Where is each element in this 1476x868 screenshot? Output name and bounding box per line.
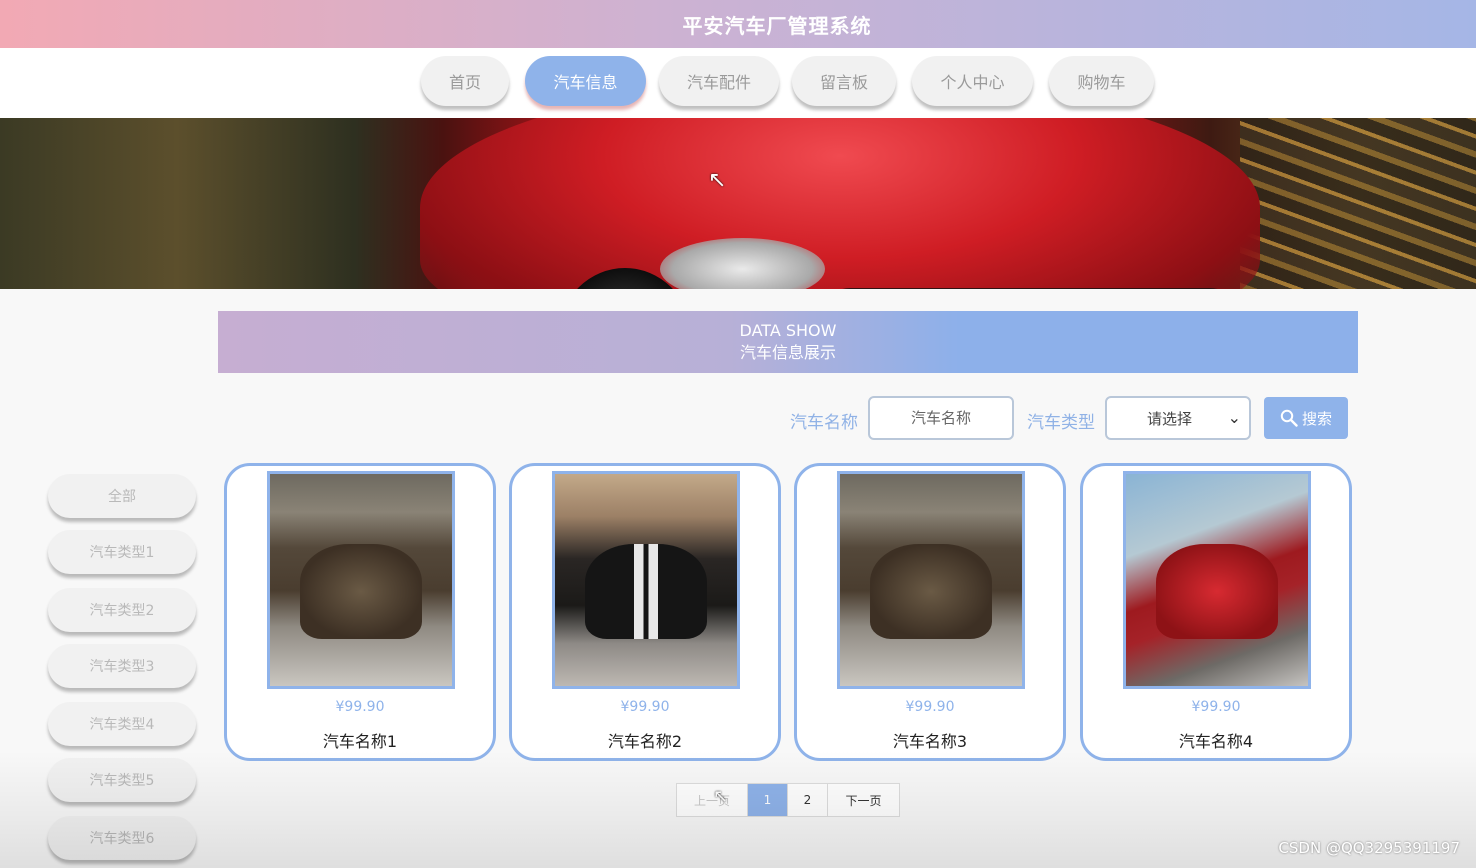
sidebar-item-type6[interactable]: 汽车类型6 (48, 816, 196, 860)
product-card[interactable]: ¥99.90 汽车名称1 (224, 463, 496, 761)
product-card[interactable]: ¥99.90 汽车名称4 (1080, 463, 1352, 761)
pagination: 上一页 1 2 下一页 (676, 783, 900, 817)
product-name: 汽车名称2 (607, 732, 683, 751)
nav-home[interactable]: 首页 (421, 56, 509, 106)
nav-personal-center[interactable]: 个人中心 (912, 56, 1033, 106)
product-name: 汽车名称1 (322, 732, 398, 751)
section-title-en: DATA SHOW (739, 321, 837, 340)
sidebar-item-type4[interactable]: 汽车类型4 (48, 702, 196, 746)
search-type-label: 汽车类型 (1027, 413, 1095, 433)
chevron-down-icon: ⌄ (1227, 408, 1241, 427)
product-image[interactable] (837, 471, 1025, 689)
product-card[interactable]: ¥99.90 汽车名称3 (794, 463, 1066, 761)
nav-cart[interactable]: 购物车 (1049, 56, 1154, 106)
sidebar-item-type3[interactable]: 汽车类型3 (48, 644, 196, 688)
product-image[interactable] (552, 471, 740, 689)
product-price: ¥99.90 (905, 699, 955, 715)
search-button-label: 搜索 (1301, 409, 1332, 428)
product-price: ¥99.90 (1191, 699, 1241, 715)
car-shape (1156, 544, 1278, 639)
hero-banner: ↖ (0, 118, 1476, 289)
search-icon (1280, 409, 1298, 427)
car-type-selected: 请选择 (1147, 409, 1193, 428)
product-image[interactable] (1123, 471, 1311, 689)
page-button-2[interactable]: 2 (788, 784, 828, 816)
mouse-cursor-icon: ↖ (708, 168, 727, 193)
car-shape (300, 544, 422, 639)
sidebar-item-type5[interactable]: 汽车类型5 (48, 758, 196, 802)
watermark: CSDN @QQ3295391197 (1278, 839, 1460, 857)
app-header: 平安汽车厂管理系统 (0, 0, 1476, 48)
mouse-cursor-icon: ↖ (713, 786, 729, 807)
car-type-select[interactable]: 请选择 ⌄ (1105, 396, 1251, 440)
product-image[interactable] (267, 471, 455, 689)
app-title: 平安汽车厂管理系统 (682, 13, 872, 38)
main-nav: 首页 汽车信息 汽车配件 留言板 个人中心 购物车 (0, 48, 1476, 118)
section-header: DATA SHOW 汽车信息展示 (218, 311, 1358, 373)
search-name-label: 汽车名称 (790, 413, 858, 433)
car-shape (585, 544, 707, 639)
banner-leaves (1240, 118, 1476, 289)
car-name-input[interactable] (868, 396, 1014, 440)
next-page-button[interactable]: 下一页 (828, 784, 899, 816)
banner-car-grille (820, 288, 1240, 289)
product-price: ¥99.90 (620, 699, 670, 715)
product-card[interactable]: ¥99.90 汽车名称2 (509, 463, 781, 761)
nav-message-board[interactable]: 留言板 (792, 56, 896, 106)
car-shape (870, 544, 992, 639)
sidebar-item-all[interactable]: 全部 (48, 474, 196, 518)
section-title-cn: 汽车信息展示 (739, 343, 836, 362)
nav-car-info[interactable]: 汽车信息 (525, 56, 646, 106)
search-button[interactable]: 搜索 (1264, 397, 1348, 439)
sidebar-item-type1[interactable]: 汽车类型1 (48, 530, 196, 574)
product-name: 汽车名称4 (1178, 732, 1254, 751)
banner-car-hood (420, 118, 1260, 289)
page-button-1[interactable]: 1 (748, 784, 788, 816)
sidebar-item-type2[interactable]: 汽车类型2 (48, 588, 196, 632)
product-name: 汽车名称3 (892, 732, 968, 751)
product-price: ¥99.90 (335, 699, 385, 715)
nav-car-parts[interactable]: 汽车配件 (659, 56, 779, 106)
